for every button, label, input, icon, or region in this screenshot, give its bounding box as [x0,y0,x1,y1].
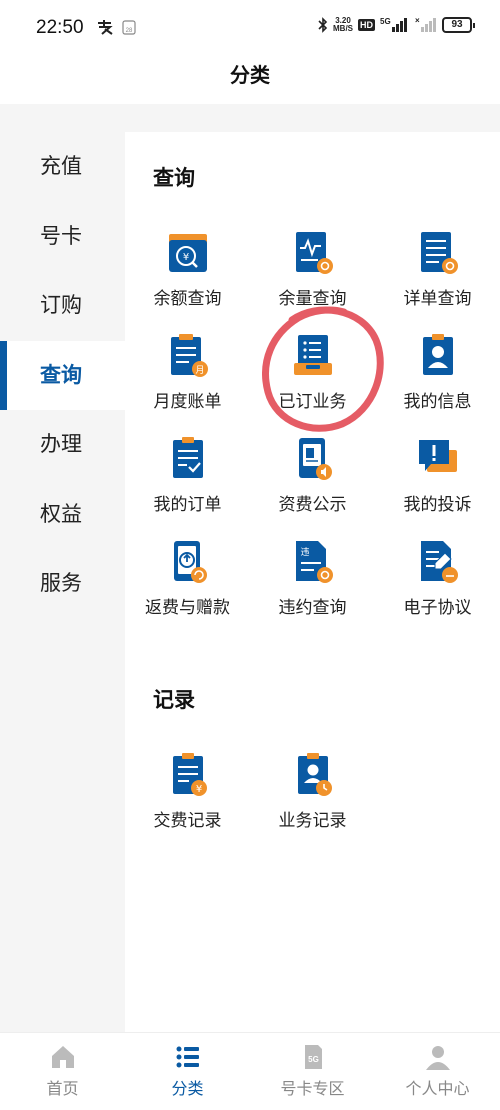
profile-card-icon [422,334,453,375]
sidebar-item-label: 订购 [40,293,82,317]
tile-my-orders[interactable]: 我的订单 [125,436,250,539]
sidebar-item-label: 查询 [40,362,82,387]
nav-category[interactable]: 分类 [125,1033,250,1110]
sidebar-item-label: 办理 [40,432,82,456]
user-icon [425,1046,450,1070]
tile-my-info[interactable]: 我的信息 [375,333,500,436]
bottom-nav: 首页 分类 5G 号卡专区 个人中心 [0,1032,500,1110]
nav-sim-card-zone[interactable]: 5G 号卡专区 [250,1033,375,1110]
tile-label: 月度账单 [153,392,222,412]
svg-text:¥: ¥ [182,252,188,263]
tile-label: 我的投诉 [403,495,472,515]
refund-phone-icon [173,541,207,583]
tile-label: 返费与赠款 [145,598,230,618]
sim-card-icon: 5G [304,1045,322,1069]
bluetooth-icon [318,17,328,33]
payment-record-icon: ¥ [172,753,207,796]
wallet-icon: ¥ [168,234,207,272]
alipay-icon [98,20,113,35]
category-content: 查询 ¥ 余额查询 余量查询 详单查询 月 月度账单 已订业务 我的信息 我的订… [125,132,500,1032]
monthly-bill-icon: 月 [170,334,208,377]
tile-balance-query[interactable]: ¥ 余额查询 [125,230,250,333]
tile-label: 我的信息 [403,392,472,412]
tile-label: 交费记录 [153,811,222,831]
tile-e-agreement[interactable]: 电子协议 [375,539,500,642]
category-list-icon [176,1046,199,1068]
tile-monthly-bill[interactable]: 月 月度账单 [125,333,250,436]
sidebar-item-recharge[interactable]: 充值 [0,132,125,202]
sidebar-item-label: 充值 [40,154,82,178]
home-icon [51,1046,74,1068]
sidebar-item-service[interactable]: 服务 [0,549,125,619]
category-sidebar: 充值 号卡 订购 查询 办理 权益 服务 [0,132,125,1032]
tile-label: 余量查询 [278,289,347,309]
calendar-icon: 28 [122,20,136,35]
tile-label: 我的订单 [153,495,222,515]
sidebar-item-order[interactable]: 订购 [0,271,125,341]
query-grid: ¥ 余额查询 余量查询 详单查询 月 月度账单 已订业务 我的信息 我的订单 资… [125,230,500,642]
nav-label: 个人中心 [405,1079,470,1098]
tile-payment-record[interactable]: ¥ 交费记录 [125,752,250,855]
section-title-query: 查询 [153,166,195,190]
page-header: 分类 [0,58,500,104]
nav-profile[interactable]: 个人中心 [375,1033,500,1110]
svg-text:月: 月 [195,365,204,376]
svg-text:违: 违 [300,547,309,558]
tile-usage-query[interactable]: 余量查询 [250,230,375,333]
sidebar-item-sim-card[interactable]: 号卡 [0,202,125,272]
tile-detail-bill-query[interactable]: 详单查询 [375,230,500,333]
tile-label: 已订业务 [278,392,347,412]
status-time: 22:50 [36,17,84,38]
hd-badge: HD [358,19,375,31]
battery-indicator: 93 [442,17,475,33]
network-speed: 3.20 MB/S [333,16,353,33]
sidebar-item-label: 号卡 [40,223,82,248]
order-check-icon [172,437,203,478]
signal-empty-icon: × [415,17,436,32]
tile-label: 详单查询 [403,289,472,309]
status-bar: 22:50 28 3.20 MB/S HD 5G × 93 [0,0,500,58]
sidebar-item-query[interactable]: 查询 [0,340,125,410]
tile-tariff-notice[interactable]: 资费公示 [250,436,375,539]
svg-text:5G: 5G [308,1055,319,1064]
bill-list-icon [420,232,458,274]
sidebar-item-handle[interactable]: 办理 [0,410,125,480]
signal-5g-icon: 5G [380,17,407,32]
nav-label: 分类 [171,1079,204,1098]
complaint-icon [418,440,457,472]
svg-text:28: 28 [126,28,133,34]
breach-query-icon: 违 [295,541,333,583]
tile-service-record[interactable]: 业务记录 [250,752,375,855]
service-record-icon [297,753,332,796]
records-grid: ¥ 交费记录 业务记录 [125,752,500,855]
section-title-records: 记录 [153,688,195,712]
tile-label: 违约查询 [278,598,347,618]
tile-label: 业务记录 [278,811,347,831]
tile-label: 资费公示 [278,495,347,515]
subscribed-service-icon [293,335,332,375]
tile-label: 电子协议 [403,598,472,618]
e-agreement-icon [420,541,458,583]
nav-label: 首页 [46,1079,79,1098]
tile-label: 余额查询 [153,289,222,309]
svg-text:¥: ¥ [195,784,201,795]
nav-home[interactable]: 首页 [0,1033,125,1110]
page-title: 分类 [230,63,270,87]
tile-breach-query[interactable]: 违 违约查询 [250,539,375,642]
tile-my-complaints[interactable]: 我的投诉 [375,436,500,539]
svg-text:×: × [415,17,420,25]
tariff-notice-icon [298,438,332,480]
sidebar-item-label: 权益 [40,501,82,526]
sidebar-item-label: 服务 [40,571,82,595]
sidebar-item-benefits[interactable]: 权益 [0,480,125,550]
tile-refund-and-gift[interactable]: 返费与赠款 [125,539,250,642]
nav-label: 号卡专区 [280,1079,345,1098]
usage-chart-icon [295,232,333,274]
svg-text:5G: 5G [380,17,391,26]
tile-subscribed-services[interactable]: 已订业务 [250,333,375,436]
